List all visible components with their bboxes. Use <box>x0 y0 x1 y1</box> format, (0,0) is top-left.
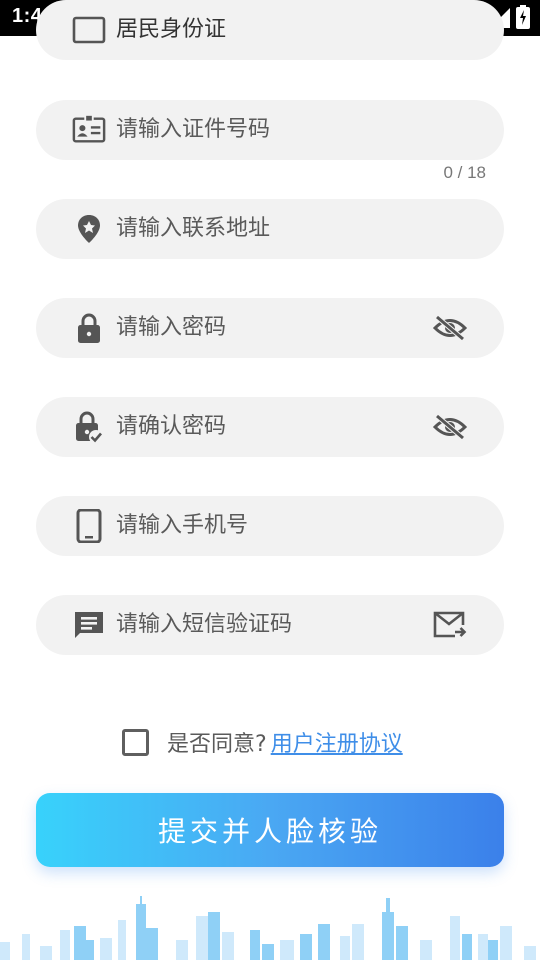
user-agreement-link[interactable]: 用户注册协议 <box>271 726 403 758</box>
agreement-row: 是否同意? 用户注册协议 <box>122 726 403 758</box>
sms-code-field[interactable]: 请输入短信验证码 <box>36 595 504 655</box>
city-skyline-illustration <box>0 896 536 960</box>
id-number-placeholder: 请输入证件号码 <box>116 117 271 142</box>
id-type-value: 居民身份证 <box>116 17 227 42</box>
confirm-password-placeholder: 请确认密码 <box>116 414 227 439</box>
battery-icon <box>516 5 530 29</box>
password-placeholder: 请输入密码 <box>116 315 227 340</box>
send-sms-icon[interactable] <box>432 610 468 640</box>
address-placeholder: 请输入联系地址 <box>116 216 271 241</box>
id-number-counter: 0 / 18 <box>443 163 486 182</box>
hide-confirm-password-icon[interactable] <box>432 412 468 442</box>
hide-password-icon[interactable] <box>432 313 468 343</box>
lock-check-icon <box>72 411 106 444</box>
phone-field[interactable]: 请输入手机号 <box>36 496 504 556</box>
location-pin-icon <box>72 214 106 244</box>
id-card-icon <box>72 115 106 145</box>
submit-face-verify-button[interactable]: 提交并人脸核验 <box>36 793 504 867</box>
confirm-password-field[interactable]: 请确认密码 <box>36 397 504 457</box>
phone-placeholder: 请输入手机号 <box>116 513 249 538</box>
lock-icon <box>72 313 106 343</box>
id-type-select[interactable]: 居民身份证 <box>36 0 504 60</box>
address-field[interactable]: 请输入联系地址 <box>36 199 504 259</box>
message-icon <box>72 610 106 640</box>
id-card-icon <box>72 15 106 45</box>
mobile-phone-icon <box>72 509 106 543</box>
agreement-question: 是否同意? <box>167 732 267 757</box>
id-number-field[interactable]: 请输入证件号码 <box>36 100 504 160</box>
sms-code-placeholder: 请输入短信验证码 <box>116 612 293 637</box>
agreement-checkbox[interactable] <box>122 728 149 756</box>
password-field[interactable]: 请输入密码 <box>36 298 504 358</box>
